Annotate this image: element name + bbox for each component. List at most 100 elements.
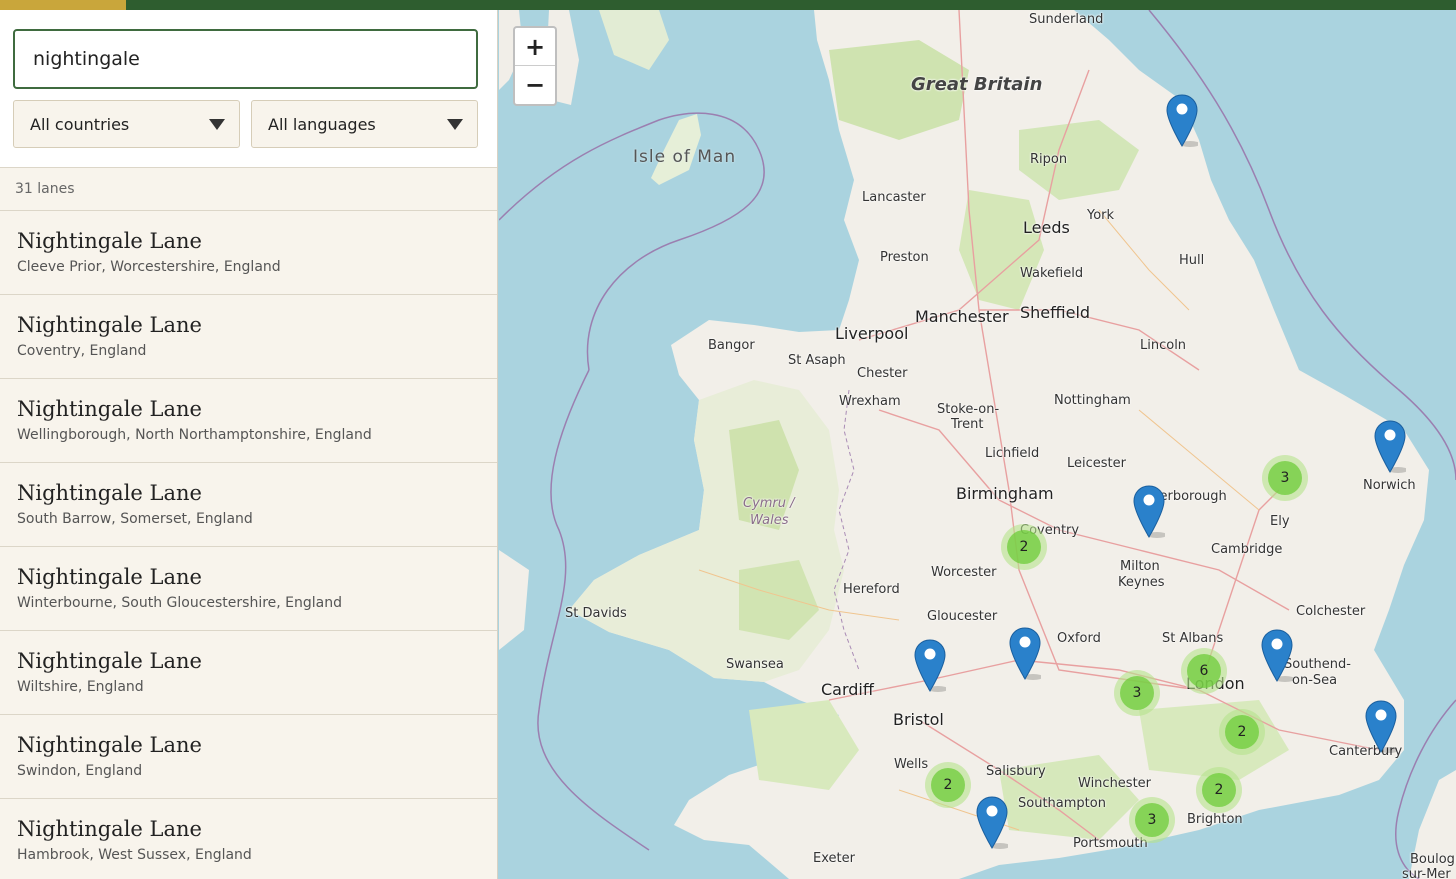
result-item[interactable]: Nightingale Lane South Barrow, Somerset, … xyxy=(0,463,497,547)
top-bar xyxy=(0,0,1456,10)
map-label: Oxford xyxy=(1057,631,1101,646)
results-list: Nightingale Lane Cleeve Prior, Worcesters… xyxy=(0,211,497,879)
map-label: Sunderland xyxy=(1029,12,1104,27)
map-pin-icon[interactable] xyxy=(1374,420,1406,474)
map-label: Wakefield xyxy=(1020,266,1084,281)
zoom-control: + − xyxy=(513,26,557,106)
sidebar: All countries All languages 31 lanes Nig… xyxy=(0,10,498,879)
cluster-marker[interactable]: 6 xyxy=(1181,648,1227,694)
cluster-count: 6 xyxy=(1187,654,1221,688)
map-label: Norwich xyxy=(1363,478,1416,493)
map-label: Wrexham xyxy=(839,394,901,409)
result-item[interactable]: Nightingale Lane Coventry, England xyxy=(0,295,497,379)
result-place: Hambrook, West Sussex, England xyxy=(17,847,252,863)
result-place: South Barrow, Somerset, England xyxy=(17,511,253,527)
map-label: Milton xyxy=(1120,559,1160,574)
cluster-marker[interactable]: 2 xyxy=(1219,709,1265,755)
map-label: York xyxy=(1087,208,1115,223)
map-label: Brighton xyxy=(1187,812,1243,827)
country-select-value: All countries xyxy=(30,114,130,134)
map-label: Birmingham xyxy=(956,484,1054,503)
result-place: Wellingborough, North Northamptonshire, … xyxy=(17,427,372,443)
cluster-marker[interactable]: 2 xyxy=(1196,767,1242,813)
map-pin-icon[interactable] xyxy=(1261,629,1293,683)
map-label: Stoke-on- xyxy=(937,402,1000,417)
cluster-marker[interactable]: 3 xyxy=(1129,797,1175,843)
cluster-marker[interactable]: 3 xyxy=(1114,670,1160,716)
map-label: Hereford xyxy=(843,582,900,597)
map-label: on-Sea xyxy=(1292,673,1338,688)
map-label: Nottingham xyxy=(1054,393,1131,408)
map-label: Manchester xyxy=(915,307,1009,326)
cluster-count: 2 xyxy=(1007,530,1041,564)
results-count: 31 lanes xyxy=(0,168,497,211)
map-label: St Asaph xyxy=(788,353,846,368)
map-label: Portsmouth xyxy=(1073,836,1148,851)
map-label: Ely xyxy=(1270,514,1290,529)
map-label: Keynes xyxy=(1118,575,1165,590)
map[interactable]: Great Britain Isle of Man Cymru / Wales … xyxy=(499,10,1456,879)
map-pin-icon[interactable] xyxy=(976,796,1008,850)
map-label: Southend- xyxy=(1284,657,1351,672)
map-label: Great Britain xyxy=(911,74,1043,95)
map-label: Bangor xyxy=(708,338,755,353)
result-place: Winterbourne, South Gloucestershire, Eng… xyxy=(17,595,343,611)
result-item[interactable]: Nightingale Lane Wellingborough, North No… xyxy=(0,379,497,463)
cluster-count: 3 xyxy=(1268,461,1302,495)
map-pin-icon[interactable] xyxy=(1166,94,1198,148)
result-item[interactable]: Nightingale Lane Wiltshire, England xyxy=(0,631,497,715)
cluster-marker[interactable]: 2 xyxy=(925,762,971,808)
map-label: Wells xyxy=(894,757,929,772)
map-label: Worcester xyxy=(931,565,997,580)
country-select[interactable]: All countries xyxy=(13,100,240,148)
map-label: Swansea xyxy=(726,657,784,672)
result-item[interactable]: Nightingale Lane Winterbourne, South Glou… xyxy=(0,547,497,631)
map-pin-icon[interactable] xyxy=(1133,485,1165,539)
search-input[interactable] xyxy=(13,29,478,89)
map-label: Exeter xyxy=(813,851,855,866)
cluster-count: 2 xyxy=(931,768,965,802)
result-place: Wiltshire, England xyxy=(17,679,144,695)
map-label: Cymru / xyxy=(743,496,795,511)
map-label: Lichfield xyxy=(985,446,1040,461)
map-label: Hull xyxy=(1179,253,1205,268)
result-name: Nightingale Lane xyxy=(17,397,202,421)
result-item[interactable]: Nightingale Lane Swindon, England xyxy=(0,715,497,799)
map-label: Leeds xyxy=(1023,218,1070,237)
result-name: Nightingale Lane xyxy=(17,565,202,589)
map-label: Sheffield xyxy=(1020,303,1091,322)
result-name: Nightingale Lane xyxy=(17,817,202,841)
map-label: Winchester xyxy=(1078,776,1152,791)
map-label: Bristol xyxy=(893,710,944,729)
map-pin-icon[interactable] xyxy=(1009,627,1041,681)
result-place: Cleeve Prior, Worcestershire, England xyxy=(17,259,281,275)
zoom-in-button[interactable]: + xyxy=(515,28,555,66)
map-label: Cambridge xyxy=(1211,542,1283,557)
chevron-down-icon xyxy=(209,119,225,130)
map-label: sur-Mer xyxy=(1402,867,1451,879)
top-bar-active-accent xyxy=(0,0,126,10)
result-item[interactable]: Nightingale Lane Cleeve Prior, Worcesters… xyxy=(0,211,497,295)
map-label: Salisbury xyxy=(986,764,1046,779)
result-item[interactable]: Nightingale Lane Hambrook, West Sussex, E… xyxy=(0,799,497,879)
result-name: Nightingale Lane xyxy=(17,733,202,757)
map-label: Preston xyxy=(880,250,929,265)
map-label: St Davids xyxy=(565,606,627,621)
map-label: Wales xyxy=(750,513,789,528)
result-name: Nightingale Lane xyxy=(17,229,202,253)
map-pin-icon[interactable] xyxy=(1365,700,1397,754)
result-place: Coventry, England xyxy=(17,343,147,359)
map-label: Lincoln xyxy=(1140,338,1187,353)
map-label: Liverpool xyxy=(835,324,909,343)
language-select[interactable]: All languages xyxy=(251,100,478,148)
chevron-down-icon xyxy=(447,119,463,130)
cluster-marker[interactable]: 2 xyxy=(1001,524,1047,570)
cluster-marker[interactable]: 3 xyxy=(1262,455,1308,501)
map-pin-icon[interactable] xyxy=(914,639,946,693)
zoom-out-button[interactable]: − xyxy=(515,66,555,104)
result-name: Nightingale Lane xyxy=(17,481,202,505)
cluster-count: 3 xyxy=(1120,676,1154,710)
map-label: Isle of Man xyxy=(633,147,737,167)
result-place: Swindon, England xyxy=(17,763,143,779)
map-label: Trent xyxy=(951,417,984,432)
